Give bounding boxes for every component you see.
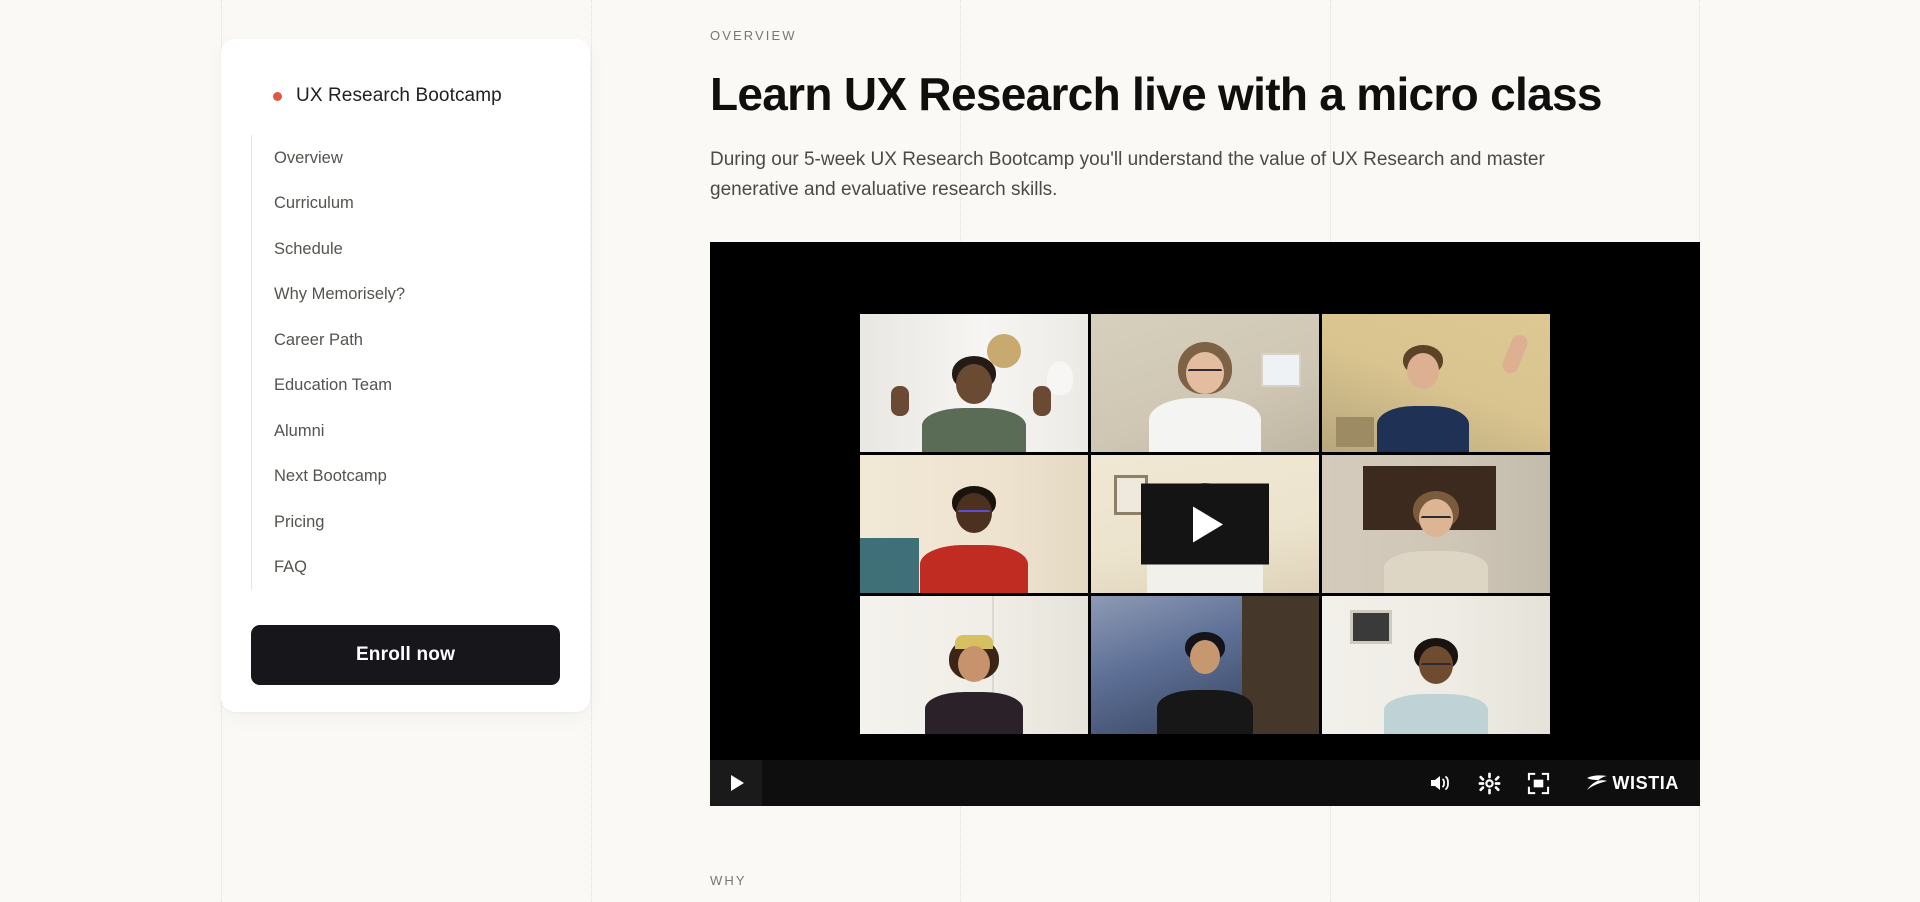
participant-tile — [1322, 314, 1551, 453]
sidebar-item-curriculum[interactable]: Curriculum — [274, 181, 560, 227]
video-play-button[interactable] — [710, 760, 762, 807]
section-eyebrow-overview: OVERVIEW — [710, 28, 797, 43]
sidebar-title: UX Research Bootcamp — [296, 85, 502, 106]
video-play-button-large[interactable] — [1141, 483, 1269, 565]
main-content: OVERVIEW Learn UX Research live with a m… — [710, 0, 1700, 888]
participant-tile — [1322, 455, 1551, 594]
sidebar-item-education-team[interactable]: Education Team — [274, 363, 560, 409]
video-player[interactable]: WISTIA — [710, 242, 1700, 807]
wistia-logo[interactable]: WISTIA — [1586, 773, 1679, 794]
sidebar-title-row: UX Research Bootcamp — [273, 85, 560, 107]
bullet-dot-icon — [273, 91, 282, 101]
wistia-wordmark: WISTIA — [1612, 772, 1679, 793]
play-icon — [731, 775, 744, 792]
participant-tile — [859, 455, 1088, 594]
video-controls-right: WISTIA — [1428, 772, 1700, 795]
page-title: Learn UX Research live with a micro clas… — [710, 68, 1602, 120]
sidebar-item-pricing[interactable]: Pricing — [274, 499, 560, 545]
sidebar-nav-list: Overview Curriculum Schedule Why Memoris… — [251, 135, 560, 590]
wistia-mark-icon — [1587, 775, 1608, 791]
video-poster-frame — [710, 242, 1700, 806]
sidebar-item-next-bootcamp[interactable]: Next Bootcamp — [274, 454, 560, 500]
video-control-bar: WISTIA — [710, 760, 1700, 807]
sidebar-item-overview[interactable]: Overview — [274, 135, 560, 181]
play-icon — [1193, 506, 1223, 543]
participant-tile — [1090, 596, 1320, 735]
sidebar-item-schedule[interactable]: Schedule — [274, 226, 560, 272]
layout-guide-line — [591, 0, 592, 902]
participant-tile — [859, 314, 1088, 453]
enroll-now-button[interactable]: Enroll now — [251, 625, 560, 685]
sidebar-item-why-memorisely[interactable]: Why Memorisely? — [274, 272, 560, 318]
sidebar-item-career-path[interactable]: Career Path — [274, 317, 560, 363]
sidebar-item-alumni[interactable]: Alumni — [274, 408, 560, 454]
sidebar-item-faq[interactable]: FAQ — [274, 545, 560, 591]
section-eyebrow-why: WHY — [710, 873, 747, 889]
page-subhead: During our 5-week UX Research Bootcamp y… — [710, 148, 1545, 200]
fullscreen-icon[interactable] — [1527, 772, 1550, 795]
gear-icon[interactable] — [1478, 772, 1501, 795]
participant-tile — [859, 596, 1088, 735]
participant-tile — [1090, 314, 1320, 453]
sidebar-nav-card: UX Research Bootcamp Overview Curriculum… — [221, 39, 590, 712]
volume-icon[interactable] — [1428, 772, 1452, 794]
video-conference-grid — [859, 314, 1551, 735]
participant-tile — [1322, 596, 1551, 735]
